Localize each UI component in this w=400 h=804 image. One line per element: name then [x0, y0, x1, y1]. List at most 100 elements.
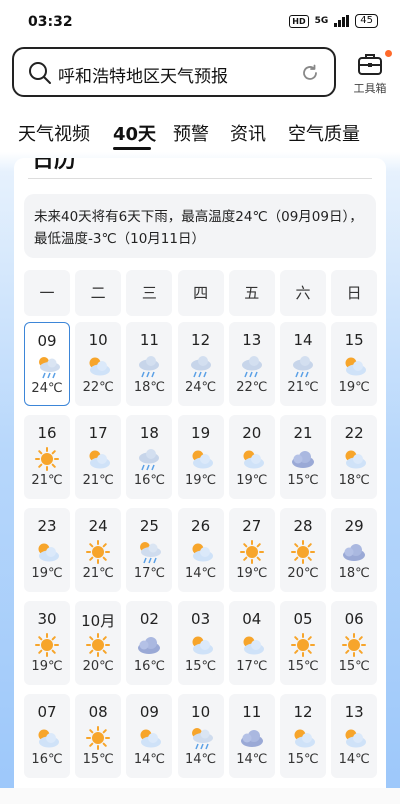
- forecast-summary: 未来40天将有6天下雨，最高温度24℃（09月09日），最低温度-3℃（10月1…: [24, 194, 376, 258]
- day-temperature: 14℃: [338, 752, 370, 767]
- tab-warning[interactable]: 预警: [173, 120, 209, 146]
- day-cell[interactable]: 17 21℃: [75, 415, 122, 499]
- day-cell[interactable]: 29 18℃: [331, 508, 378, 592]
- day-temperature: 14℃: [236, 752, 268, 767]
- search-icon: [29, 62, 51, 84]
- day-cell[interactable]: 04 17℃: [228, 601, 275, 685]
- day-number: 27: [242, 517, 262, 535]
- partly-cloudy-icon: [345, 729, 367, 748]
- day-number: 29: [344, 517, 364, 535]
- day-cell[interactable]: 10 22℃: [75, 322, 122, 406]
- sun-icon: [239, 540, 264, 564]
- day-temperature: 18℃: [338, 566, 370, 581]
- day-cell[interactable]: 30 19℃: [24, 601, 70, 685]
- day-number: 18: [139, 424, 159, 442]
- day-number: 09: [37, 332, 57, 350]
- sun-icon: [291, 633, 315, 657]
- tab-air-quality[interactable]: 空气质量: [288, 120, 360, 146]
- day-number: 28: [293, 517, 313, 535]
- rain-sun-icon: [191, 728, 213, 750]
- day-temperature: 21℃: [287, 380, 319, 395]
- divider: [28, 178, 372, 179]
- sun-icon: [86, 633, 111, 657]
- day-number: 02: [139, 610, 159, 628]
- tab-40-days[interactable]: 40天: [113, 120, 156, 146]
- day-cell[interactable]: 03 15℃: [177, 601, 224, 685]
- tab-bar: 天气视频 40天 预警 资讯 空气质量: [0, 116, 400, 152]
- day-number: 25: [139, 517, 159, 535]
- day-cell[interactable]: 11 14℃: [228, 694, 275, 778]
- toolbox-icon: [358, 54, 382, 75]
- rain-sun-icon: [140, 542, 162, 564]
- day-temperature: 19℃: [31, 566, 63, 581]
- day-cell[interactable]: 16 21℃: [24, 415, 70, 499]
- day-cell[interactable]: 22 18℃: [331, 415, 378, 499]
- partly-cloudy-icon: [38, 729, 59, 748]
- rain-icon: [241, 356, 262, 378]
- day-cell[interactable]: 27 19℃: [228, 508, 275, 592]
- day-temperature: 15℃: [287, 473, 319, 488]
- day-number: 22: [344, 424, 364, 442]
- day-temperature: 20℃: [82, 659, 114, 674]
- day-cell[interactable]: 05 15℃: [280, 601, 326, 685]
- day-cell[interactable]: 07 16℃: [24, 694, 70, 778]
- partly-cloudy-icon: [243, 450, 264, 469]
- day-cell[interactable]: 20 19℃: [228, 415, 275, 499]
- day-temperature: 19℃: [236, 566, 268, 581]
- sun-icon: [342, 633, 367, 657]
- day-cell[interactable]: 08 15℃: [75, 694, 122, 778]
- day-cell[interactable]: 14 21℃: [280, 322, 326, 406]
- weekday-header: 二: [75, 270, 122, 316]
- day-number: 15: [344, 331, 364, 349]
- partly-cloudy-icon: [345, 357, 367, 376]
- tab-weather-video[interactable]: 天气视频: [18, 120, 90, 146]
- partly-cloudy-icon: [38, 543, 59, 562]
- day-cell[interactable]: 24 21℃: [75, 508, 122, 592]
- day-number: 10: [191, 703, 211, 721]
- active-tab-indicator: [113, 147, 151, 150]
- weekday-header: 四: [177, 270, 224, 316]
- day-cell[interactable]: 15 19℃: [331, 322, 378, 406]
- day-cell[interactable]: 02 16℃: [126, 601, 173, 685]
- day-number: 04: [242, 610, 262, 628]
- day-cell[interactable]: 19 19℃: [177, 415, 224, 499]
- partly-cloudy-icon: [192, 636, 213, 655]
- partly-cloudy-icon: [294, 729, 315, 748]
- day-number: 07: [37, 703, 57, 721]
- day-temperature: 16℃: [31, 752, 63, 767]
- day-cell[interactable]: 28 20℃: [280, 508, 326, 592]
- search-query[interactable]: 呼和浩特地区天气预报: [58, 62, 228, 87]
- day-temperature: 19℃: [31, 659, 63, 674]
- day-cell[interactable]: 12 24℃: [177, 322, 224, 406]
- cloudy-icon: [240, 730, 263, 747]
- toolbox-button[interactable]: 工具箱: [346, 50, 394, 100]
- network-label: 5G: [314, 16, 329, 26]
- day-cell[interactable]: 06 15℃: [331, 601, 378, 685]
- day-cell[interactable]: 11 18℃: [126, 322, 173, 406]
- search-bar[interactable]: 呼和浩特地区天气预报: [12, 47, 336, 97]
- rain-icon: [139, 356, 160, 378]
- day-number: 16: [37, 424, 57, 442]
- day-temperature: 22℃: [82, 380, 114, 395]
- refresh-icon[interactable]: [300, 63, 320, 83]
- day-number: 14: [293, 331, 313, 349]
- day-cell[interactable]: 12 15℃: [280, 694, 326, 778]
- day-cell[interactable]: 26 14℃: [177, 508, 224, 592]
- day-temperature: 15℃: [185, 659, 217, 674]
- day-cell[interactable]: 13 14℃: [331, 694, 378, 778]
- notification-dot: [385, 50, 392, 57]
- day-cell[interactable]: 25 17℃: [126, 508, 173, 592]
- day-cell[interactable]: 10月 20℃: [75, 601, 122, 685]
- day-temperature: 24℃: [185, 380, 217, 395]
- day-cell[interactable]: 21 15℃: [280, 415, 326, 499]
- day-cell[interactable]: 09 14℃: [126, 694, 173, 778]
- day-cell[interactable]: 23 19℃: [24, 508, 70, 592]
- partly-cloudy-icon: [243, 636, 264, 655]
- day-cell[interactable]: 13 22℃: [228, 322, 275, 406]
- tab-news[interactable]: 资讯: [230, 120, 266, 146]
- day-number: 24: [88, 517, 108, 535]
- day-cell[interactable]: 10 14℃: [177, 694, 224, 778]
- day-cell[interactable]: 09 24℃: [24, 322, 70, 406]
- day-cell[interactable]: 18 16℃: [126, 415, 173, 499]
- weekday-header: 五: [228, 270, 275, 316]
